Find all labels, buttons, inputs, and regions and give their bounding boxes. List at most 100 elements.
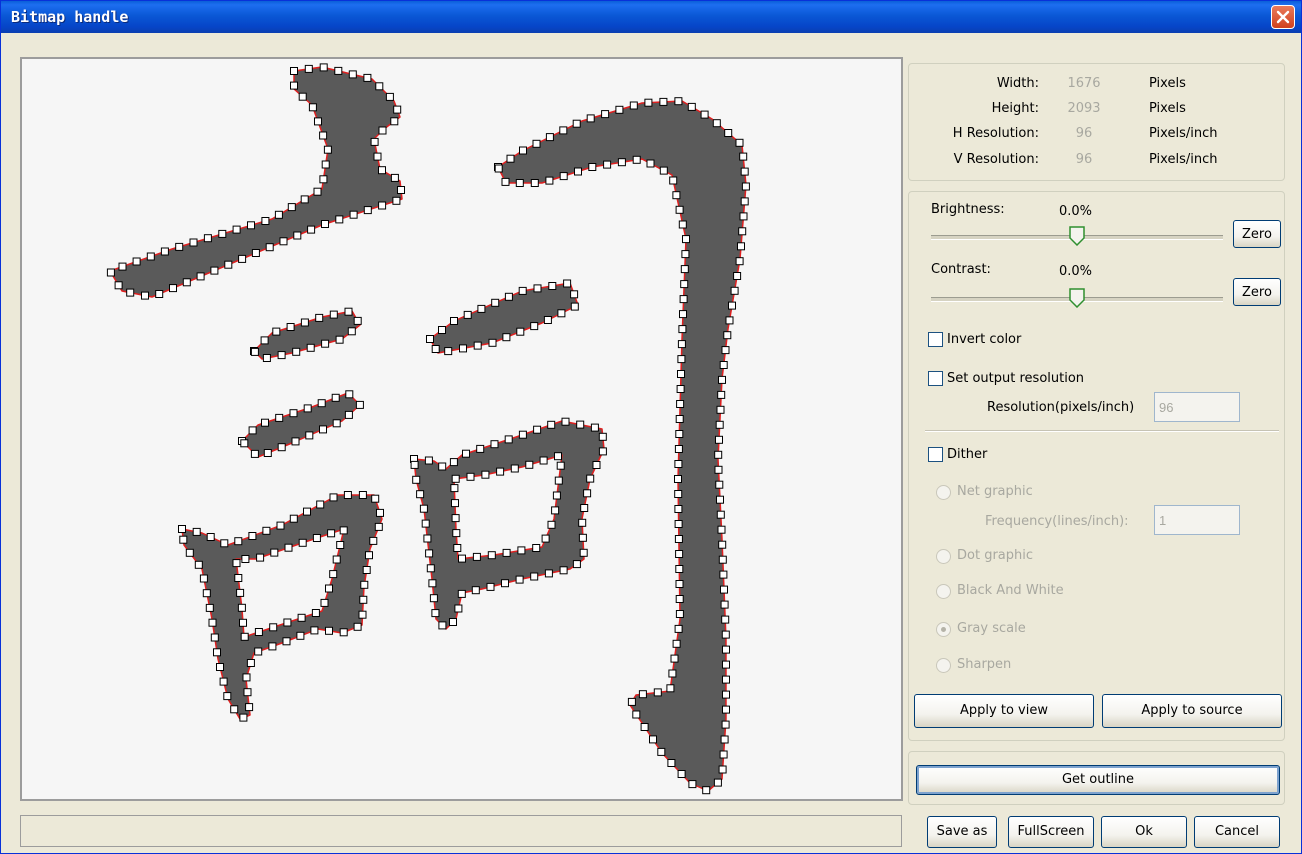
outline-node[interactable] [515, 575, 524, 584]
outline-node[interactable] [490, 440, 499, 449]
outline-node[interactable] [118, 262, 127, 271]
outline-node[interactable] [321, 160, 330, 169]
outline-node[interactable] [358, 491, 367, 499]
outline-node[interactable] [202, 589, 211, 598]
outline-node[interactable] [332, 555, 341, 564]
outline-node[interactable] [680, 265, 689, 274]
outline-node[interactable] [251, 249, 260, 257]
outline-node[interactable] [363, 73, 372, 82]
outline-node[interactable] [254, 628, 263, 636]
outline-node[interactable] [431, 345, 440, 353]
outline-node[interactable] [603, 160, 612, 169]
outline-node[interactable] [657, 747, 666, 756]
outline-node[interactable] [392, 196, 401, 205]
outline-node[interactable] [438, 621, 447, 630]
outline-node[interactable] [106, 268, 115, 277]
outline-node[interactable] [713, 778, 722, 787]
outline-node[interactable] [450, 484, 459, 493]
outline-node[interactable] [547, 420, 556, 429]
outline-node[interactable] [477, 304, 486, 313]
outline-node[interactable] [598, 432, 607, 441]
outline-node[interactable] [319, 175, 328, 184]
outline-node[interactable] [476, 444, 485, 453]
outline-node[interactable] [304, 64, 313, 73]
outline-node[interactable] [220, 539, 229, 548]
gray-scale-radio[interactable] [936, 622, 951, 637]
outline-node[interactable] [559, 172, 568, 181]
outline-node[interactable] [397, 186, 405, 194]
outline-node[interactable] [719, 570, 728, 579]
outline-node[interactable] [675, 610, 684, 618]
outline-node[interactable] [160, 247, 169, 256]
outline-node[interactable] [510, 464, 519, 473]
outline-node[interactable] [682, 235, 690, 244]
outline-node[interactable] [378, 201, 387, 210]
outline-node[interactable] [740, 197, 749, 206]
outline-node[interactable] [334, 66, 343, 75]
frequency-input[interactable] [1154, 505, 1240, 535]
set-output-resolution-label[interactable]: Set output resolution [947, 371, 1084, 386]
outline-node[interactable] [208, 618, 217, 627]
outline-node[interactable] [431, 609, 440, 618]
outline-node[interactable] [572, 560, 581, 569]
outline-node[interactable] [638, 690, 647, 699]
outline-node[interactable] [283, 618, 292, 627]
outline-node[interactable] [580, 504, 589, 512]
outline-node[interactable] [429, 594, 438, 603]
outline-node[interactable] [268, 642, 277, 651]
outline-node[interactable] [373, 152, 382, 161]
outline-node[interactable] [178, 525, 186, 533]
outline-node[interactable] [312, 534, 321, 542]
outline-node[interactable] [307, 225, 316, 234]
apply-to-view-button[interactable]: Apply to view [914, 694, 1094, 728]
outline-node[interactable] [243, 688, 252, 697]
outline-node[interactable] [248, 532, 257, 540]
outline-node[interactable] [286, 323, 295, 331]
outline-node[interactable] [300, 318, 309, 327]
outline-node[interactable] [245, 703, 254, 712]
outline-node[interactable] [358, 610, 367, 619]
outline-node[interactable] [488, 338, 497, 347]
outline-node[interactable] [530, 572, 539, 581]
outline-node[interactable] [530, 322, 539, 331]
outline-node[interactable] [206, 533, 215, 541]
outline-node[interactable] [344, 307, 353, 316]
outline-node[interactable] [675, 430, 684, 438]
outline-node[interactable] [570, 290, 579, 299]
outline-node[interactable] [293, 231, 302, 240]
outline-node[interactable] [725, 316, 734, 325]
outline-node[interactable] [261, 418, 269, 427]
outline-node[interactable] [570, 302, 579, 311]
outline-node[interactable] [674, 505, 683, 513]
dither-label[interactable]: Dither [947, 447, 987, 462]
outline-node[interactable] [114, 281, 123, 290]
outline-node[interactable] [353, 622, 362, 631]
outline-node[interactable] [348, 70, 357, 79]
outline-node[interactable] [274, 210, 283, 219]
outline-node[interactable] [199, 574, 208, 583]
outline-node[interactable] [219, 677, 228, 686]
outline-node[interactable] [329, 310, 338, 319]
outline-node[interactable] [426, 335, 434, 343]
outline-node[interactable] [466, 472, 475, 481]
outline-node[interactable] [370, 137, 379, 146]
outline-node[interactable] [313, 187, 322, 196]
outline-node[interactable] [344, 410, 353, 419]
outline-node[interactable] [719, 361, 728, 369]
outline-node[interactable] [646, 159, 655, 168]
outline-node[interactable] [189, 238, 198, 247]
outline-node[interactable] [687, 102, 696, 111]
outline-node[interactable] [410, 460, 419, 469]
outline-node[interactable] [263, 449, 272, 457]
outline-node[interactable] [586, 474, 595, 483]
outline-node[interactable] [533, 425, 542, 434]
outline-node[interactable] [551, 506, 560, 515]
outline-node[interactable] [213, 648, 221, 657]
outline-node[interactable] [720, 600, 729, 609]
outline-node[interactable] [544, 569, 553, 578]
outline-node[interactable] [230, 705, 239, 714]
outline-node[interactable] [347, 327, 356, 336]
outline-node[interactable] [718, 765, 727, 774]
outline-node[interactable] [672, 191, 681, 200]
outline-node[interactable] [287, 203, 296, 212]
